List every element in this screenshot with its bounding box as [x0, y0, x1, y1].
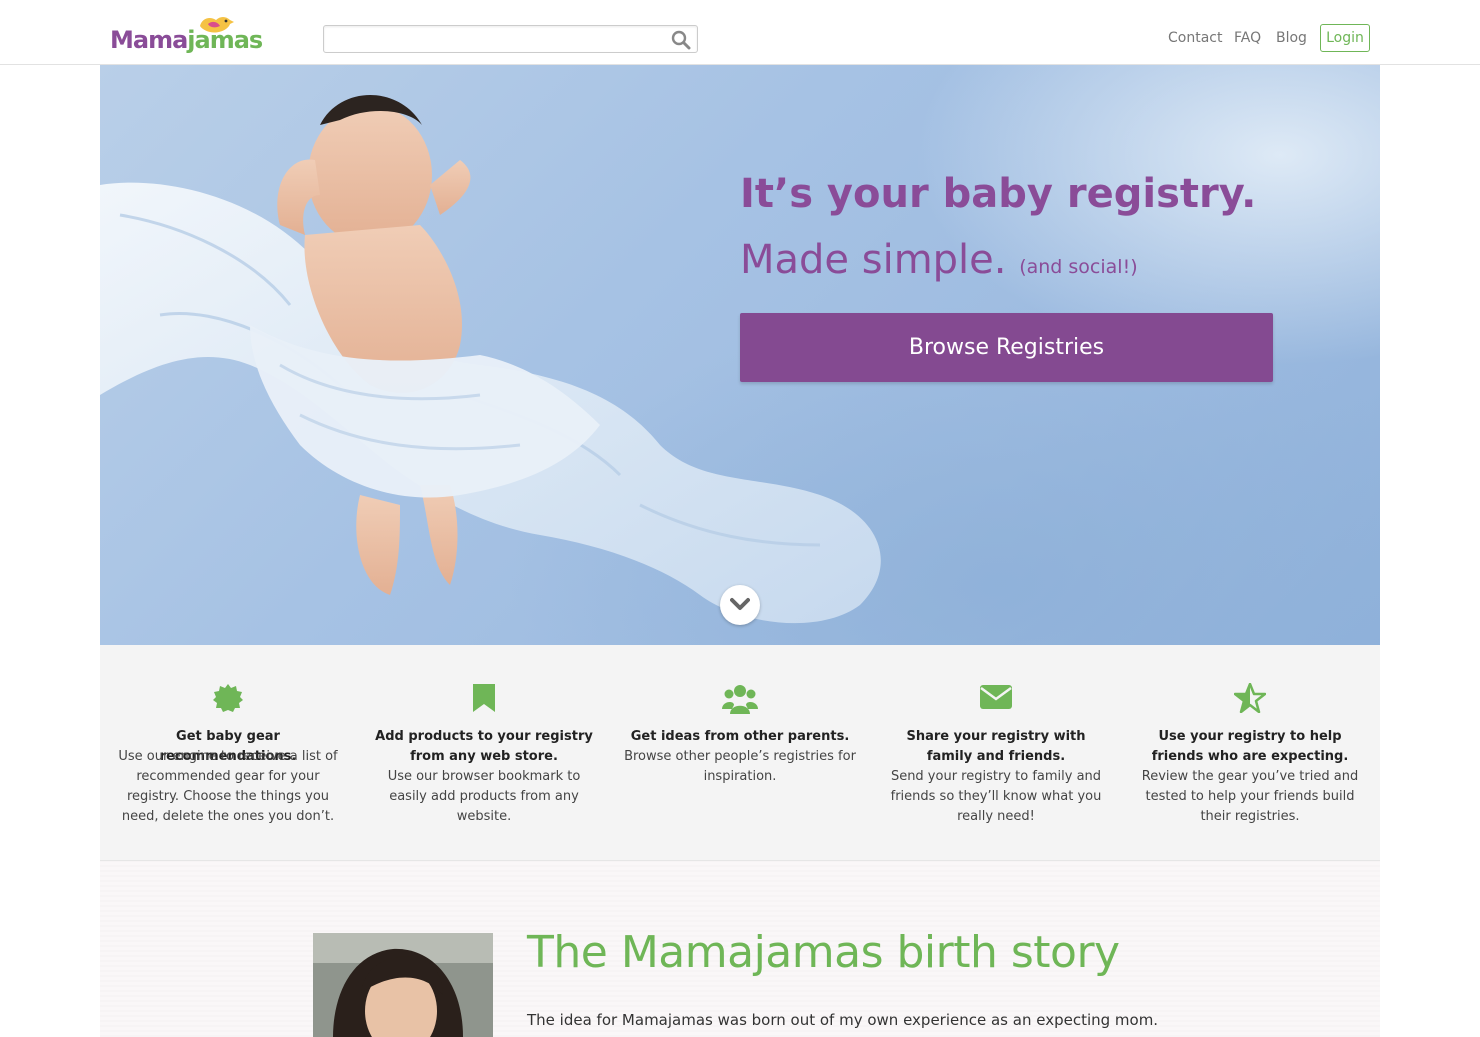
envelope-icon	[980, 685, 1012, 709]
hero-banner: It’s your baby registry. Made simple. (a…	[100, 65, 1380, 645]
browse-registries-button[interactable]: Browse Registries	[740, 313, 1273, 382]
founder-photo	[313, 933, 493, 1037]
search-icon[interactable]	[671, 30, 691, 50]
hero-subtitle: Made simple. (and social!)	[740, 237, 1138, 283]
logo-jamas: jamas	[187, 26, 263, 54]
mamajamas-logo[interactable]: Mamajamas	[110, 12, 263, 58]
feature-title: Use your registry to help friends who ar…	[1151, 729, 1349, 764]
hero-subtitle-main: Made simple.	[740, 237, 1007, 283]
badge-icon	[213, 684, 243, 712]
features-strip: Get baby gear recommendations. Use our e…	[100, 645, 1380, 861]
birth-story-section: The Mamajamas birth story The idea for M…	[100, 861, 1380, 1037]
nav-contact-link[interactable]: Contact	[1168, 30, 1222, 46]
feature-description: Use our browser bookmark to easily add p…	[387, 769, 581, 824]
nav-blog-link[interactable]: Blog	[1276, 30, 1307, 46]
nav-faq-link[interactable]: FAQ	[1234, 30, 1261, 46]
star-half-icon	[1234, 683, 1266, 713]
hero-subtitle-small: (and social!)	[1019, 256, 1138, 278]
feature-help-friends: Use your registry to help friends who ar…	[1130, 645, 1370, 861]
feature-description: Send your registry to family and friends…	[890, 769, 1102, 824]
story-text: The idea for Mamajamas was born out of m…	[527, 1011, 1159, 1029]
feature-title: Add products to your registry from any w…	[375, 729, 593, 764]
bookmark-icon	[473, 684, 495, 712]
feature-title: Get ideas from other parents.	[630, 729, 850, 744]
feature-recommendations: Get baby gear recommendations. Use our e…	[108, 645, 348, 861]
feature-description: Use our engine to receive a list of reco…	[118, 749, 338, 824]
login-button[interactable]: Login	[1320, 24, 1370, 52]
feature-description: Browse other people’s registries for ins…	[624, 749, 856, 784]
site-header: Mamajamas Contact FAQ Blog Login	[0, 0, 1480, 65]
feature-share: Share your registry with family and frie…	[876, 645, 1116, 861]
group-icon	[722, 685, 758, 714]
logo-mama: Mama	[110, 26, 188, 54]
logo-wordmark: Mamajamas	[110, 26, 263, 54]
hero-title: It’s your baby registry.	[740, 171, 1257, 217]
search-input[interactable]	[328, 28, 658, 50]
search-box	[323, 25, 698, 53]
feature-ideas: Get ideas from other parents. Browse oth…	[620, 645, 860, 861]
chevron-down-icon	[730, 598, 750, 610]
scroll-down-button[interactable]	[720, 585, 760, 625]
feature-title: Share your registry with family and frie…	[906, 729, 1086, 764]
feature-description: Review the gear you’ve tried and tested …	[1141, 769, 1359, 824]
story-title: The Mamajamas birth story	[527, 927, 1120, 978]
feature-add-products: Add products to your registry from any w…	[364, 645, 604, 861]
